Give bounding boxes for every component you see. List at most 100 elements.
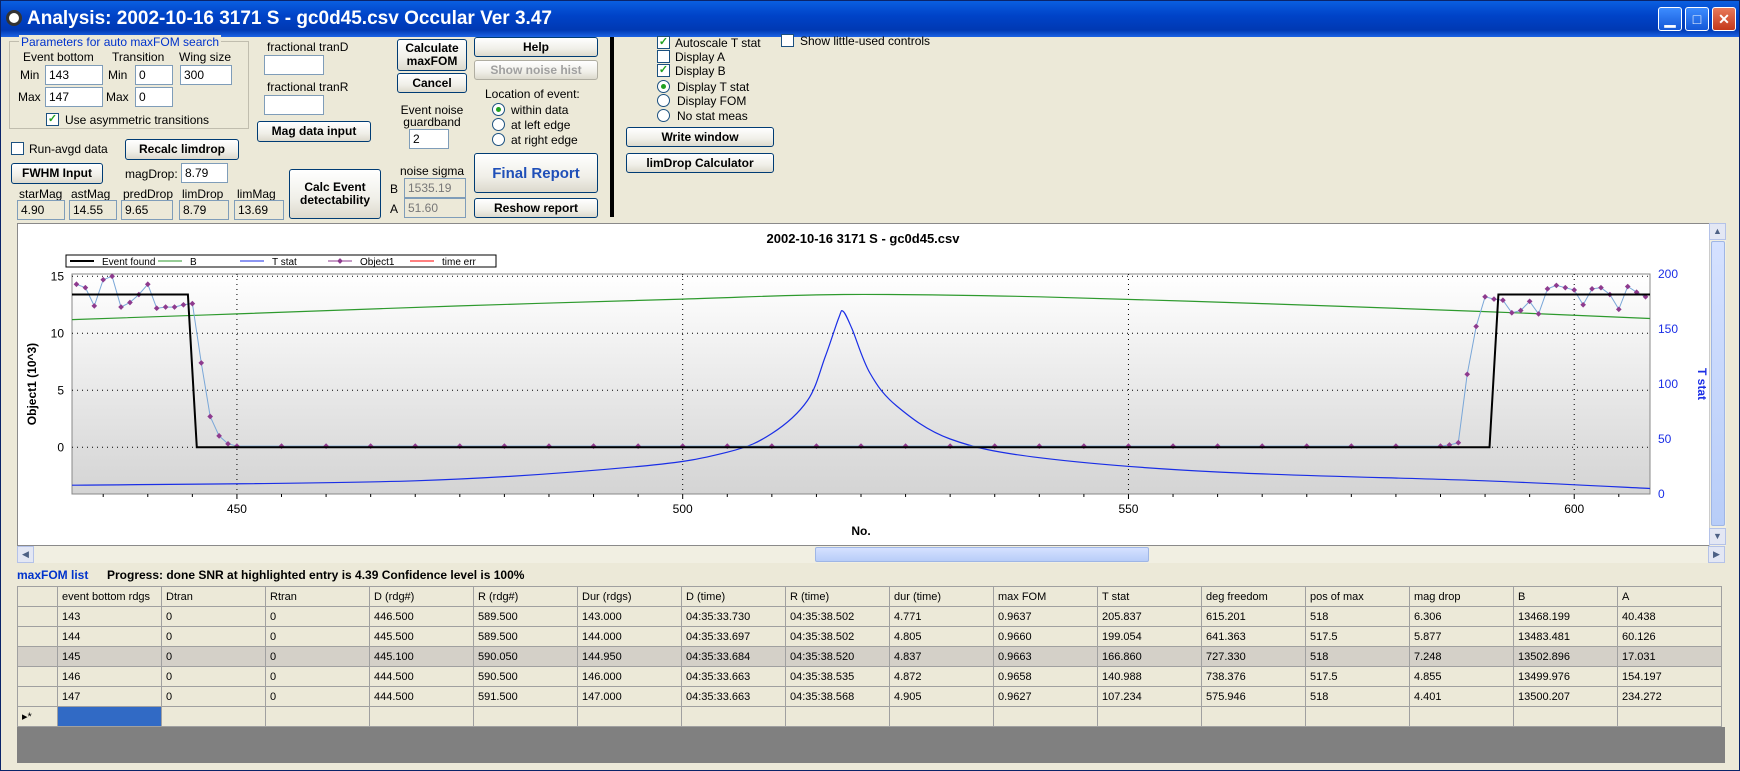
table-cell[interactable]: 4.872 xyxy=(889,666,994,687)
new-row-cell[interactable] xyxy=(1409,706,1514,727)
table-cell[interactable]: 517.5 xyxy=(1305,666,1410,687)
table-cell[interactable]: 04:35:33.663 xyxy=(681,666,786,687)
table-cell[interactable]: 0 xyxy=(265,666,370,687)
loc-within-radio[interactable] xyxy=(492,103,505,116)
autoscale-checkbox[interactable]: ✓ xyxy=(657,36,670,49)
reshow-report-button[interactable]: Reshow report xyxy=(474,198,598,218)
table-cell[interactable]: 145 xyxy=(57,646,162,667)
table-cell[interactable]: 518 xyxy=(1305,686,1410,707)
table-cell[interactable]: 143 xyxy=(57,606,162,627)
table-cell[interactable]: 591.500 xyxy=(473,686,578,707)
chart-vertical-scrollbar[interactable]: ▲ ▼ xyxy=(1709,223,1726,546)
table-cell[interactable]: 13500.207 xyxy=(1513,686,1618,707)
guardband-input[interactable]: 2 xyxy=(409,129,449,149)
transition-max-input[interactable]: 0 xyxy=(135,87,173,107)
mag-data-input-button[interactable]: Mag data input xyxy=(257,121,371,142)
table-cell[interactable]: 144.000 xyxy=(577,626,682,647)
loc-left-radio[interactable] xyxy=(492,118,505,131)
table-cell[interactable]: 575.946 xyxy=(1201,686,1306,707)
row-header[interactable] xyxy=(17,666,58,687)
table-cell[interactable]: 5.877 xyxy=(1409,626,1514,647)
col-header[interactable]: D (time) xyxy=(681,586,786,607)
col-header[interactable]: Dtran xyxy=(161,586,266,607)
table-cell[interactable]: 7.248 xyxy=(1409,646,1514,667)
table-cell[interactable]: 590.050 xyxy=(473,646,578,667)
table-cell[interactable]: 04:35:33.684 xyxy=(681,646,786,667)
table-cell[interactable]: 0 xyxy=(161,686,266,707)
table-cell[interactable]: 444.500 xyxy=(369,686,474,707)
table-cell[interactable]: 445.100 xyxy=(369,646,474,667)
show-noise-hist-button[interactable]: Show noise hist xyxy=(474,60,598,80)
table-cell[interactable]: 143.000 xyxy=(577,606,682,627)
table-cell[interactable]: 444.500 xyxy=(369,666,474,687)
col-header[interactable]: B xyxy=(1513,586,1618,607)
magdrop-input[interactable]: 8.79 xyxy=(181,163,228,183)
table-cell[interactable]: 04:35:38.502 xyxy=(785,606,890,627)
frac-tranR-input[interactable] xyxy=(264,95,324,115)
scroll-up-button[interactable]: ▲ xyxy=(1709,223,1726,240)
vertical-scroll-thumb[interactable] xyxy=(1711,241,1725,526)
table-cell[interactable]: 6.306 xyxy=(1409,606,1514,627)
new-row-cell[interactable] xyxy=(1305,706,1410,727)
new-row-cell[interactable] xyxy=(1617,706,1722,727)
display-t-radio[interactable] xyxy=(657,80,670,93)
wing-size-input[interactable]: 300 xyxy=(180,65,232,85)
new-row-cell[interactable] xyxy=(1097,706,1202,727)
scroll-left-button[interactable]: ◀ xyxy=(17,546,34,563)
table-cell[interactable]: 446.500 xyxy=(369,606,474,627)
col-header[interactable]: dur (time) xyxy=(889,586,994,607)
table-cell[interactable]: 727.330 xyxy=(1201,646,1306,667)
loc-right-radio[interactable] xyxy=(492,133,505,146)
table-cell[interactable]: 0.9660 xyxy=(993,626,1098,647)
new-row-cell[interactable] xyxy=(161,706,266,727)
table-cell[interactable]: 04:35:38.535 xyxy=(785,666,890,687)
table-cell[interactable]: 13499.976 xyxy=(1513,666,1618,687)
display-fom-radio[interactable] xyxy=(657,94,670,107)
help-button[interactable]: Help xyxy=(474,37,598,57)
close-button[interactable]: ✕ xyxy=(1712,7,1736,31)
table-cell[interactable]: 4.855 xyxy=(1409,666,1514,687)
limdrop-calculator-button[interactable]: limDrop Calculator xyxy=(626,153,774,173)
horizontal-scroll-thumb[interactable] xyxy=(815,547,1149,562)
new-row-cell[interactable] xyxy=(681,706,786,727)
table-cell[interactable]: 205.837 xyxy=(1097,606,1202,627)
new-row-cell[interactable] xyxy=(57,706,162,727)
table-cell[interactable]: 146 xyxy=(57,666,162,687)
table-cell[interactable]: 0.9658 xyxy=(993,666,1098,687)
minimize-button[interactable]: ▁ xyxy=(1658,7,1682,31)
calculate-maxfom-button[interactable]: Calculate maxFOM xyxy=(397,39,467,71)
no-stat-radio[interactable] xyxy=(657,109,670,122)
table-cell[interactable]: 04:35:33.730 xyxy=(681,606,786,627)
table-cell[interactable]: 0.9637 xyxy=(993,606,1098,627)
table-cell[interactable]: 0 xyxy=(161,646,266,667)
table-cell[interactable]: 518 xyxy=(1305,606,1410,627)
maximize-button[interactable]: □ xyxy=(1685,7,1709,31)
table-cell[interactable]: 13502.896 xyxy=(1513,646,1618,667)
row-header[interactable] xyxy=(17,626,58,647)
table-cell[interactable]: 234.272 xyxy=(1617,686,1722,707)
table-cell[interactable]: 0 xyxy=(265,646,370,667)
col-header[interactable]: T stat xyxy=(1097,586,1202,607)
table-cell[interactable]: 04:35:38.520 xyxy=(785,646,890,667)
table-row[interactable]: 147 0 0 444.500 591.500 147.000 04:35:33.663 04… xyxy=(17,686,1722,707)
table-cell[interactable]: 04:35:33.663 xyxy=(681,686,786,707)
table-cell[interactable]: 0 xyxy=(161,606,266,627)
run-avgd-checkbox[interactable] xyxy=(11,142,24,155)
col-header[interactable]: deg freedom xyxy=(1201,586,1306,607)
col-header[interactable]: R (time) xyxy=(785,586,890,607)
event-bottom-max-input[interactable]: 147 xyxy=(45,87,103,107)
table-cell[interactable]: 144 xyxy=(57,626,162,647)
col-header[interactable]: A xyxy=(1617,586,1722,607)
row-header[interactable] xyxy=(17,606,58,627)
table-cell[interactable]: 0 xyxy=(265,606,370,627)
table-row[interactable]: 146 0 0 444.500 590.500 146.000 04:35:33.663 04… xyxy=(17,666,1722,687)
col-header[interactable]: D (rdg#) xyxy=(369,586,474,607)
event-bottom-min-input[interactable]: 143 xyxy=(45,65,103,85)
table-cell[interactable]: 0.9627 xyxy=(993,686,1098,707)
new-row-marker[interactable]: ▸* xyxy=(17,706,58,727)
table-cell[interactable]: 04:35:38.502 xyxy=(785,626,890,647)
table-cell[interactable]: 140.988 xyxy=(1097,666,1202,687)
table-cell[interactable]: 166.860 xyxy=(1097,646,1202,667)
recalc-limdrop-button[interactable]: Recalc limdrop xyxy=(125,139,239,160)
table-cell[interactable]: 04:35:33.697 xyxy=(681,626,786,647)
